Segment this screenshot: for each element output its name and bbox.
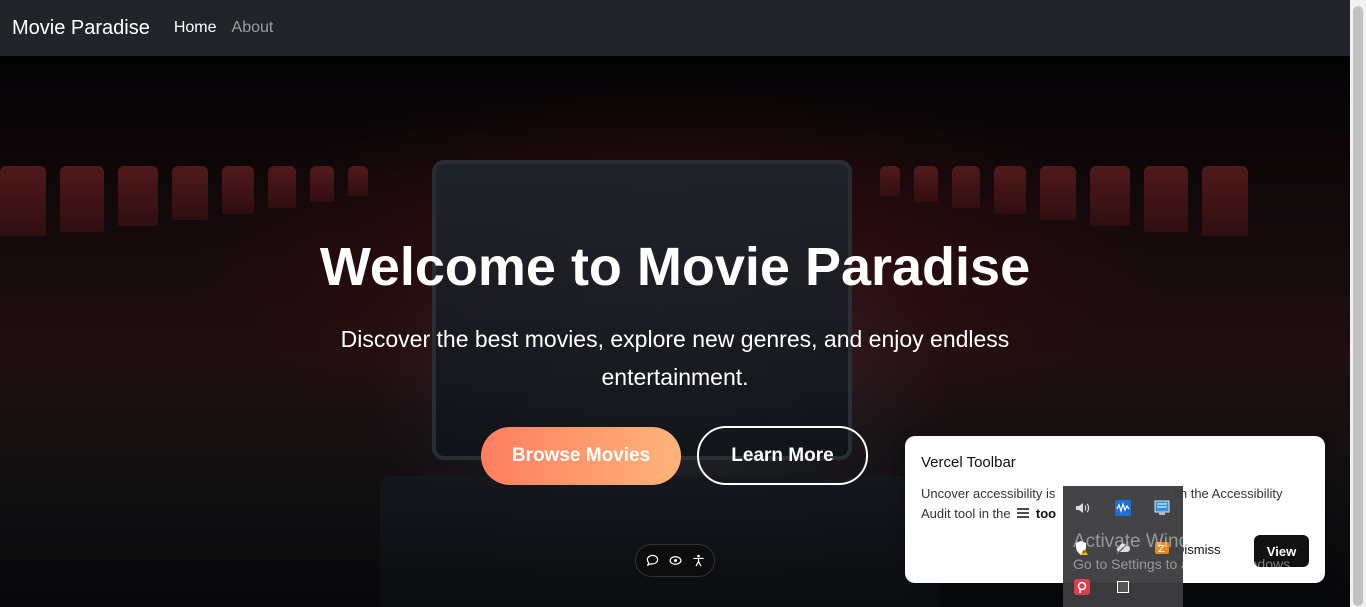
toast-body-bold: too xyxy=(1035,506,1057,521)
page-scrollbar[interactable] xyxy=(1350,0,1366,607)
comment-icon[interactable] xyxy=(645,554,659,568)
learn-more-button[interactable]: Learn More xyxy=(697,426,868,485)
hero-title: Welcome to Movie Paradise xyxy=(319,237,1031,297)
audio-wave-icon[interactable] xyxy=(1115,500,1131,516)
menu-icon xyxy=(1016,505,1030,525)
toast-body-text-1: Uncover accessibility is xyxy=(921,486,1056,501)
navbar-brand[interactable]: Movie Paradise xyxy=(12,17,150,40)
vercel-mini-toolbar xyxy=(635,544,715,577)
toast-title: Vercel Toolbar xyxy=(921,454,1016,471)
navbar: Movie Paradise Home About xyxy=(0,0,1350,56)
nav-link-home[interactable]: Home xyxy=(174,19,217,37)
scrollbar-thumb[interactable] xyxy=(1353,6,1363,606)
toast-body-text-3: Audit tool in the xyxy=(921,506,1011,521)
network-monitor-icon[interactable] xyxy=(1154,500,1170,516)
eye-icon[interactable] xyxy=(668,554,682,568)
nav-link-about[interactable]: About xyxy=(232,19,274,37)
speaker-icon[interactable] xyxy=(1074,500,1090,516)
pocket-icon[interactable] xyxy=(1074,579,1090,595)
toast-body-text-2: ith the Accessibility xyxy=(1173,486,1283,501)
browse-movies-button[interactable]: Browse Movies xyxy=(481,427,681,485)
hero-subtitle: Discover the best movies, explore new ge… xyxy=(340,326,1010,390)
accessibility-icon[interactable] xyxy=(691,554,705,568)
activate-windows-title: Activate Windows xyxy=(1073,531,1223,552)
activate-windows-subtitle: Go to Settings to activate Windows. xyxy=(1073,556,1294,572)
window-icon[interactable] xyxy=(1115,579,1131,595)
